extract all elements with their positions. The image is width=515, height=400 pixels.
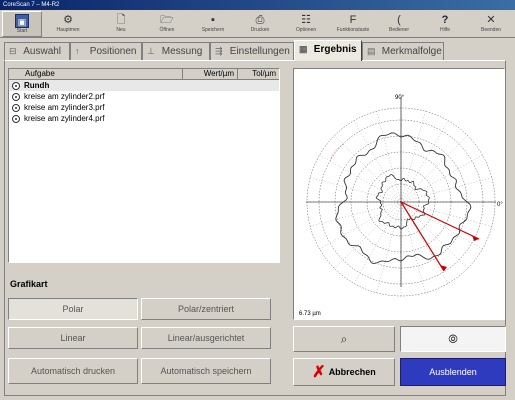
tab-merkmalfolge[interactable]: ▤ Merkmalfolge [362,42,444,60]
main-menu-icon: ⚙ [63,14,73,26]
radio-icon [12,81,20,90]
column-tolerance[interactable]: Tol/µm [238,69,279,79]
open-button[interactable]: 🗁 Öffnen [147,11,187,37]
radio-icon [12,103,20,112]
select-icon: ⊟ [9,46,17,56]
radio-icon [12,114,20,123]
help-icon: ? [441,14,449,26]
tab-auswahl[interactable]: ⊟ Auswahl [4,42,70,60]
tab-bar: ⊟ Auswahl ↑ Positionen ⊥ Messung ⇶ Einst… [4,40,506,61]
toolbar: ▣ Start ⚙ Hauptmen 🗋 Neu 🗁 Öffnen ▪ Speichern… [0,10,515,38]
save-icon: ▪ [211,14,215,26]
grid-spoke [400,135,468,203]
grid-spoke [319,201,402,250]
column-task[interactable]: Aufgabe [9,69,183,79]
tab-ergebnis[interactable]: ▦ Ergebnis [294,40,362,61]
polar-centered-button[interactable]: Polar/zentriert [141,298,271,320]
list-item[interactable]: kreise am zylinder2.prf [9,91,279,102]
print-button[interactable]: ⎙ Drucken [240,11,280,37]
polar-plot: 90° 0° 6.73 µm [293,68,505,320]
grid-spoke [334,201,402,269]
options-button[interactable]: ☷ Optionen [286,11,326,37]
start-button[interactable]: ▣ Start [2,11,42,37]
feature-sequence-icon: ▤ [367,46,376,56]
window-title: CoreScan 7 – M4-R2 [0,0,515,10]
start-icon: ▣ [15,14,29,28]
measurement-icon: ⊥ [147,46,155,56]
fit-view-button[interactable]: ⦾ [400,326,506,352]
cancel-icon: ✗ [312,363,326,381]
print-icon: ⎙ [255,14,265,26]
settings-icon: ⇶ [215,46,223,56]
angle-0-label: 0° [497,202,503,208]
grid-spoke [353,201,402,284]
polar-plot-svg [306,97,496,297]
tab-messung[interactable]: ⊥ Messung [142,42,210,60]
list-item[interactable]: kreise am zylinder3.prf [9,102,279,113]
hide-button[interactable]: Ausblenden [400,358,506,386]
grid-spoke [400,120,449,203]
new-icon: 🗋 [116,14,126,26]
angle-90-label: 90° [395,95,405,101]
main-menu-button[interactable]: ⚙ Hauptmen [48,11,88,37]
grid-spoke [334,135,402,203]
linear-aligned-button[interactable]: Linear/ausgerichtet [141,327,271,349]
list-item[interactable]: Rundh [9,80,279,91]
function-key-button[interactable]: F Funktionstaste [333,11,373,37]
auto-save-button[interactable]: Automatisch speichern [141,358,271,384]
tab-einstellungen[interactable]: ⇶ Einstellungen [210,42,294,60]
radio-icon [12,92,20,101]
task-list[interactable]: Aufgabe Wert/µm Tol/µm Rundh kreise am z… [8,68,280,263]
exit-icon: ✕ [486,14,496,26]
operator-icon: ( [397,14,401,26]
operator-button[interactable]: (Bediener [379,11,419,37]
auto-print-button[interactable]: Automatisch drucken [8,358,138,384]
options-icon: ☷ [301,14,311,26]
polar-view-icon: ⦾ [448,332,458,346]
grid-spoke [400,154,483,203]
max-deviation-marker [440,265,447,271]
zoom-button[interactable]: ⌕ [293,326,395,352]
exit-button[interactable]: ✕ Beenden [471,11,511,37]
save-button[interactable]: ▪ Speichern [193,11,233,37]
list-item[interactable]: kreise am zylinder4.prf [9,113,279,124]
function-key-icon: F [349,14,357,26]
cancel-button[interactable]: ✗ Abbrechen [293,358,395,386]
magnifier-icon: ⌕ [340,332,348,346]
linear-button[interactable]: Linear [8,327,138,349]
grafikart-title: Grafikart [10,279,48,289]
list-header: Aufgabe Wert/µm Tol/µm [9,69,279,80]
help-button[interactable]: ? Hilfe [425,11,465,37]
tolerance-arc [329,143,345,162]
new-button[interactable]: 🗋 Neu [101,11,141,37]
result-icon: ▦ [299,44,308,54]
open-icon: 🗁 [160,14,174,26]
polar-button[interactable]: Polar [8,298,138,320]
tab-positionen[interactable]: ↑ Positionen [70,42,142,60]
column-value[interactable]: Wert/µm [183,69,238,79]
grid-spoke [319,154,402,203]
positions-icon: ↑ [75,46,80,56]
scale-label: 6.73 µm [299,311,321,317]
grid-spoke [400,111,426,203]
